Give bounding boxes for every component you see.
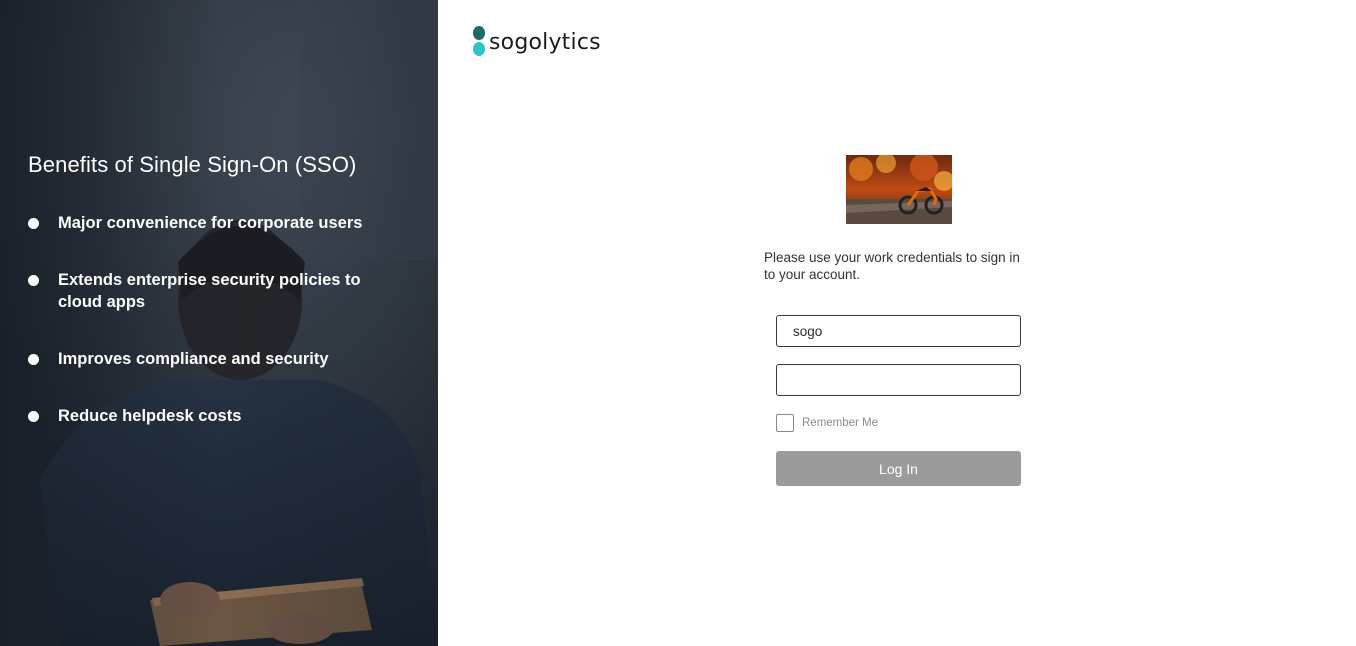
- benefit-text: Improves compliance and security: [58, 350, 329, 368]
- logo-text: sogolytics: [489, 29, 601, 55]
- sign-in-instructions: Please use your work credentials to sign…: [764, 250, 1020, 282]
- benefit-text: Major convenience for corporate users: [58, 214, 363, 232]
- bullet-icon: [28, 354, 39, 365]
- bullet-icon: [28, 411, 39, 422]
- remember-me[interactable]: Remember Me: [776, 414, 878, 432]
- bullet-icon: [28, 275, 39, 286]
- log-in-button[interactable]: Log In: [776, 451, 1021, 486]
- bullet-icon: [28, 218, 39, 229]
- benefit-text: Reduce helpdesk costs: [58, 407, 242, 425]
- remember-me-label[interactable]: Remember Me: [802, 417, 878, 429]
- hero-title: Benefits of Single Sign-On (SSO): [28, 152, 357, 177]
- benefits-list: Major convenience for corporate users Ex…: [28, 212, 398, 462]
- benefit-text: Extends enterprise security policies to …: [58, 271, 361, 311]
- benefit-item: Reduce helpdesk costs: [28, 405, 398, 427]
- sogolytics-logo: sogolytics: [472, 26, 601, 58]
- benefit-item: Improves compliance and security: [28, 348, 398, 370]
- benefit-item: Major convenience for corporate users: [28, 212, 398, 234]
- hero-panel: Benefits of Single Sign-On (SSO) Major c…: [0, 0, 438, 646]
- password-input[interactable]: [776, 364, 1021, 396]
- logo-mark-icon: [472, 26, 487, 58]
- username-input[interactable]: [776, 315, 1021, 347]
- remember-me-checkbox[interactable]: [776, 414, 794, 432]
- benefit-item: Extends enterprise security policies to …: [28, 269, 398, 313]
- account-brand-image: [846, 155, 952, 224]
